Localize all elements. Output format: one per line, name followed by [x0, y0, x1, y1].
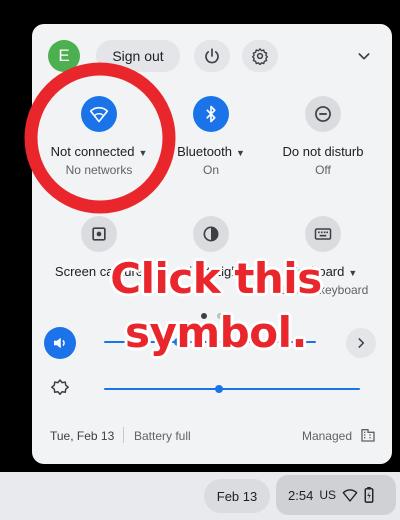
managed-label[interactable]: Managed — [302, 429, 352, 443]
screen-capture-icon — [92, 227, 106, 241]
volume-button[interactable] — [44, 327, 76, 359]
caret-down-icon[interactable]: ▼ — [348, 268, 357, 278]
volume-settings-button[interactable] — [346, 328, 376, 358]
wifi-icon — [89, 106, 109, 123]
keyboard-icon — [314, 228, 332, 240]
network-label: Not connected — [50, 144, 135, 159]
wifi-status-icon — [342, 489, 358, 502]
chevron-right-icon — [358, 338, 365, 348]
network-tile[interactable]: Not connected ▼ No networks — [44, 96, 154, 177]
bluetooth-toggle[interactable] — [193, 96, 229, 132]
screen-capture-toggle[interactable] — [81, 216, 117, 252]
do-not-disturb-toggle[interactable] — [305, 96, 341, 132]
annotation-line-2: symbol. — [125, 308, 307, 357]
do-not-disturb-icon — [315, 106, 331, 122]
bluetooth-label: Bluetooth — [177, 144, 232, 159]
brightness-slider-track[interactable] — [104, 388, 360, 390]
keyboard-toggle[interactable] — [305, 216, 341, 252]
status-tray[interactable]: 2:54 US — [276, 475, 396, 515]
power-icon — [205, 48, 219, 64]
shelf-date-button[interactable]: Feb 13 — [204, 479, 270, 513]
shelf-time: 2:54 — [288, 487, 314, 503]
footer-date[interactable]: Tue, Feb 13 — [50, 429, 114, 443]
shelf-locale: US — [319, 488, 336, 502]
battery-status: Battery full — [134, 429, 191, 443]
network-status: No networks — [65, 163, 133, 177]
brightness-button[interactable] — [48, 376, 72, 400]
night-light-icon — [203, 226, 219, 242]
chevron-down-icon — [358, 53, 370, 60]
do-not-disturb-label: Do not disturb — [282, 144, 364, 159]
annotation-line-1: Click this — [110, 254, 322, 303]
collapse-button[interactable] — [352, 44, 376, 68]
footer-divider — [123, 427, 124, 443]
bluetooth-tile[interactable]: Bluetooth ▼ On — [156, 96, 266, 177]
quick-settings-panel: E Sign out Not connected ▼ No networks Bl… — [32, 24, 392, 464]
avatar[interactable]: E — [48, 40, 80, 72]
bluetooth-status: On — [202, 163, 219, 177]
annotation-text: Click this symbol. — [96, 252, 336, 360]
caret-down-icon[interactable]: ▼ — [138, 148, 147, 158]
power-button[interactable] — [194, 40, 230, 72]
do-not-disturb-tile[interactable]: Do not disturb Off — [268, 96, 378, 177]
avatar-letter: E — [58, 46, 70, 65]
network-toggle[interactable] — [81, 96, 117, 132]
caret-down-icon[interactable]: ▼ — [236, 148, 245, 158]
battery-icon — [364, 487, 374, 503]
brightness-slider-thumb[interactable] — [215, 385, 224, 393]
settings-button[interactable] — [242, 40, 278, 72]
bluetooth-icon — [206, 105, 216, 123]
sign-out-button[interactable]: Sign out — [96, 40, 180, 72]
gear-icon — [251, 48, 269, 65]
building-icon[interactable] — [360, 427, 376, 443]
do-not-disturb-status: Off — [315, 163, 331, 177]
night-light-toggle[interactable] — [193, 216, 229, 252]
brightness-icon — [51, 379, 69, 395]
panel-footer: Tue, Feb 13 Battery full Managed — [32, 420, 392, 450]
volume-icon — [54, 337, 65, 349]
